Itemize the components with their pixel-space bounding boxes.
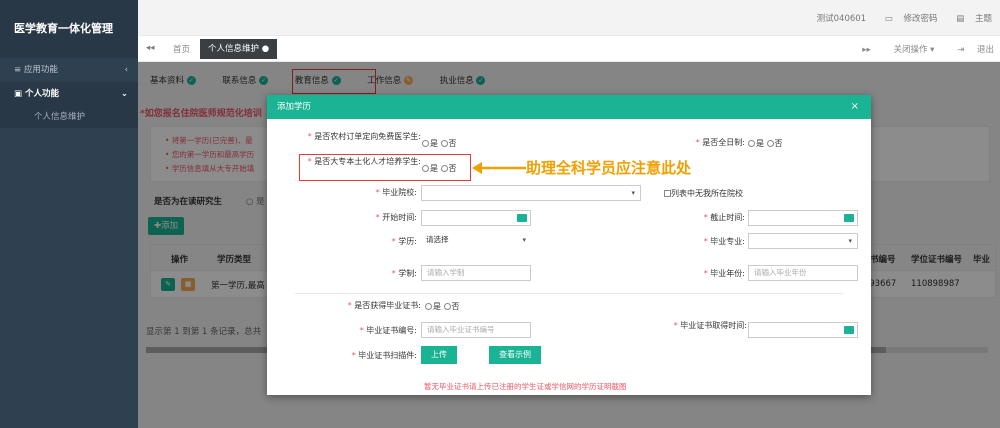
cert-scan-label: * 毕业证书扫描件: bbox=[351, 351, 417, 360]
radio-no[interactable] bbox=[443, 303, 451, 310]
radio-yes[interactable] bbox=[425, 303, 432, 310]
change-password-link[interactable]: ▭ 修改密码 bbox=[877, 14, 938, 24]
major-select[interactable]: ▾ bbox=[748, 233, 858, 249]
has-cert-label: * 是否获得毕业证书: bbox=[347, 301, 421, 310]
sidebar-item-label: ▣ 个人功能 bbox=[14, 89, 59, 99]
upload-button[interactable]: 上传 bbox=[421, 346, 457, 364]
sidebar-item-personal-functions[interactable]: ▣ 个人功能 ⌄ bbox=[0, 82, 138, 106]
close-icon[interactable]: × bbox=[851, 95, 859, 119]
chevron-left-icon: ‹ bbox=[124, 65, 128, 75]
logout-icon: ⇥ bbox=[957, 45, 965, 55]
radio-yes[interactable] bbox=[422, 140, 429, 147]
tab-next-icon[interactable]: ▸▸ bbox=[862, 45, 871, 55]
calendar-icon[interactable] bbox=[844, 326, 854, 334]
radio-no[interactable] bbox=[440, 140, 448, 147]
start-time-label: * 开始时间: bbox=[375, 213, 417, 222]
grad-school-select[interactable]: ▾ bbox=[421, 185, 641, 201]
major-label: * 毕业专业: bbox=[703, 237, 745, 246]
grad-school-label: * 毕业院校: bbox=[375, 188, 417, 197]
calendar-icon[interactable] bbox=[844, 214, 854, 222]
fulltime-label: * 是否全日制: bbox=[695, 138, 745, 147]
chevron-down-icon: ▾ bbox=[631, 189, 635, 197]
duration-label: * 学制: bbox=[391, 269, 417, 278]
calendar-icon[interactable] bbox=[517, 214, 527, 222]
arrow-left-icon bbox=[472, 162, 526, 174]
radio-yes[interactable] bbox=[748, 140, 755, 147]
grad-year-input[interactable]: 请输入毕业年份 bbox=[748, 265, 858, 281]
end-time-label: * 截止时间: bbox=[703, 213, 745, 222]
chevron-down-icon: ⌄ bbox=[120, 89, 128, 99]
dialog-title: 添加学历 bbox=[277, 102, 312, 112]
tab-personal-info[interactable]: 个人信息维护 ● bbox=[200, 39, 278, 59]
cert-no-input[interactable]: 请输入毕业证书编号 bbox=[421, 322, 531, 338]
chevron-down-icon: ▾ bbox=[522, 236, 526, 244]
add-education-dialog: 添加学历 × * 是否农村订单定向免费医学生: 是 否 * 是否全日制: 是 否… bbox=[267, 95, 871, 395]
callout-annotation: 助理全科学员应注意此处 bbox=[526, 159, 692, 177]
close-icon[interactable]: ● bbox=[262, 44, 269, 54]
sidebar-item-label: ≡ 应用功能 bbox=[14, 65, 58, 75]
cert-time-label: * 毕业证书取得时间: bbox=[673, 321, 747, 330]
username: 测试040601 bbox=[816, 14, 867, 24]
rural-free-label: * 是否农村订单定向免费医学生: bbox=[307, 132, 421, 141]
top-bar: 测试040601 ▭ 修改密码 ▤ 主题 bbox=[138, 0, 1000, 36]
sidebar-item-personal-info[interactable]: 个人信息维护 bbox=[0, 106, 138, 128]
fulltime-radio-group: 是 否 bbox=[748, 138, 783, 149]
sidebar-item-app-functions[interactable]: ≡ 应用功能 ‹ bbox=[0, 58, 138, 82]
theme-link[interactable]: ▤ 主题 bbox=[948, 14, 992, 24]
end-time-input[interactable] bbox=[748, 210, 858, 226]
rural-free-radio-group: 是 否 bbox=[422, 138, 457, 149]
password-icon: ▭ bbox=[884, 14, 893, 24]
radio-no[interactable] bbox=[766, 140, 774, 147]
cert-no-label: * 毕业证书编号: bbox=[359, 326, 417, 335]
logout-link[interactable]: ⇥ 退出 bbox=[947, 45, 994, 55]
tab-bar-right: ▸▸ 关闭操作 ▾ ⇥ 退出 bbox=[852, 43, 994, 55]
close-ops-menu[interactable]: 关闭操作 ▾ bbox=[883, 45, 934, 55]
has-cert-radio-group: 是 否 bbox=[425, 301, 460, 312]
theme-icon: ▤ bbox=[956, 14, 965, 24]
certificate-footnote: 暂无毕业证书请上传已注册的学生证或学信网的学历证明截图 bbox=[424, 382, 627, 391]
app-window: 医学教育一体化管理 ≡ 应用功能 ‹ ▣ 个人功能 ⌄ 个人信息维护 测试040… bbox=[0, 0, 1000, 428]
tab-home[interactable]: 首页 bbox=[173, 43, 190, 55]
grad-year-label: * 毕业年份: bbox=[703, 269, 745, 278]
divider bbox=[295, 293, 843, 294]
checkbox-icon bbox=[664, 190, 671, 197]
tab-prev-icon[interactable]: ◂◂ bbox=[146, 43, 155, 53]
highlight-box-college-talent bbox=[299, 154, 471, 181]
dialog-header: 添加学历 × bbox=[267, 95, 871, 119]
tab-bar: ◂◂ 首页 个人信息维护 ● ▸▸ 关闭操作 ▾ ⇥ 退出 bbox=[138, 36, 1000, 62]
sidebar: 医学教育一体化管理 ≡ 应用功能 ‹ ▣ 个人功能 ⌄ 个人信息维护 bbox=[0, 0, 138, 428]
start-time-input[interactable] bbox=[421, 210, 531, 226]
view-example-button[interactable]: 查看示例 bbox=[489, 346, 541, 364]
degree-select[interactable]: 请选择 ▾ bbox=[421, 233, 531, 249]
chevron-down-icon: ▾ bbox=[848, 237, 852, 245]
duration-input[interactable]: 请输入学制 bbox=[421, 265, 531, 281]
degree-label: * 学历: bbox=[391, 237, 417, 246]
top-bar-actions: 测试040601 ▭ 修改密码 ▤ 主题 bbox=[809, 12, 992, 24]
cert-time-input[interactable] bbox=[748, 322, 858, 338]
not-in-list-checkbox[interactable]: 列表中无我所在院校 bbox=[664, 188, 743, 199]
app-title: 医学教育一体化管理 bbox=[0, 0, 138, 58]
